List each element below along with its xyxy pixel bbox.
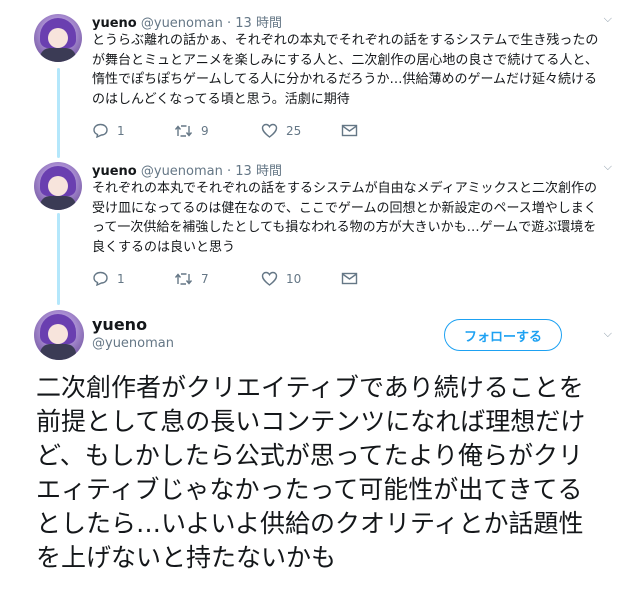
chevron-down-icon[interactable]: ⌵ [604,12,612,26]
reply-button[interactable]: 1 [92,123,174,138]
user-handle[interactable]: @yuenoman [92,336,174,351]
tweet-1[interactable]: yueno @yuenoman · 13 時間 ⌵ とうらぶ離れの話かぁ、それぞ… [0,0,632,150]
like-icon [261,271,278,286]
tweet-text: それぞれの本丸でそれぞれの話をするシステムが自由なメディアミックスと二次創作の受… [92,181,598,255]
like-button[interactable]: 25 [261,123,341,138]
like-icon [261,123,278,138]
like-button[interactable]: 10 [261,271,341,286]
avatar[interactable] [34,162,82,210]
like-count: 10 [286,271,302,286]
chevron-down-icon[interactable]: ⌵ [604,160,612,174]
retweet-count: 7 [201,271,209,286]
reply-count: 1 [117,271,125,286]
timestamp[interactable]: · 13 時間 [227,164,282,179]
tweet-header: yueno @yuenoman · 13 時間 [92,12,282,31]
follow-button[interactable]: フォローする [444,319,562,351]
tweet-actions: 1 7 10 [92,271,423,286]
like-count: 25 [286,123,302,138]
avatar[interactable] [34,310,84,360]
retweet-button[interactable]: 7 [174,272,261,286]
user-handle[interactable]: @yuenoman [141,16,223,31]
reply-icon [93,123,108,138]
user-name[interactable]: yueno [92,164,137,179]
dm-button[interactable] [341,272,423,285]
dm-button[interactable] [341,124,423,137]
main-tweet-text: 二次創作者がクリエイティブであり続けることを前提として息の長いコンテンツになれば… [36,373,586,572]
user-handle[interactable]: @yuenoman [141,164,223,179]
tweet-header: yueno @yuenoman · 13 時間 [92,160,282,179]
dm-icon [341,272,358,285]
user-name[interactable]: yueno [92,16,137,31]
reply-icon [93,271,108,286]
dm-icon [341,124,358,137]
retweet-button[interactable]: 9 [174,124,261,138]
tweet-text: とうらぶ離れの話かぁ、それぞれの本丸でそれぞれの話をするシステムで生き残ったのが… [92,33,599,107]
tweet-actions: 1 9 25 [92,123,423,138]
retweet-icon [174,272,193,285]
retweet-count: 9 [201,123,209,138]
reply-button[interactable]: 1 [92,271,174,286]
timestamp[interactable]: · 13 時間 [227,16,282,31]
reply-count: 1 [117,123,125,138]
chevron-down-icon[interactable]: ⌵ [604,327,612,341]
avatar[interactable] [34,14,82,62]
tweet-2[interactable]: yueno @yuenoman · 13 時間 ⌵ それぞれの本丸でそれぞれの話… [0,150,632,300]
user-name[interactable]: yueno [92,315,147,334]
retweet-icon [174,124,193,137]
